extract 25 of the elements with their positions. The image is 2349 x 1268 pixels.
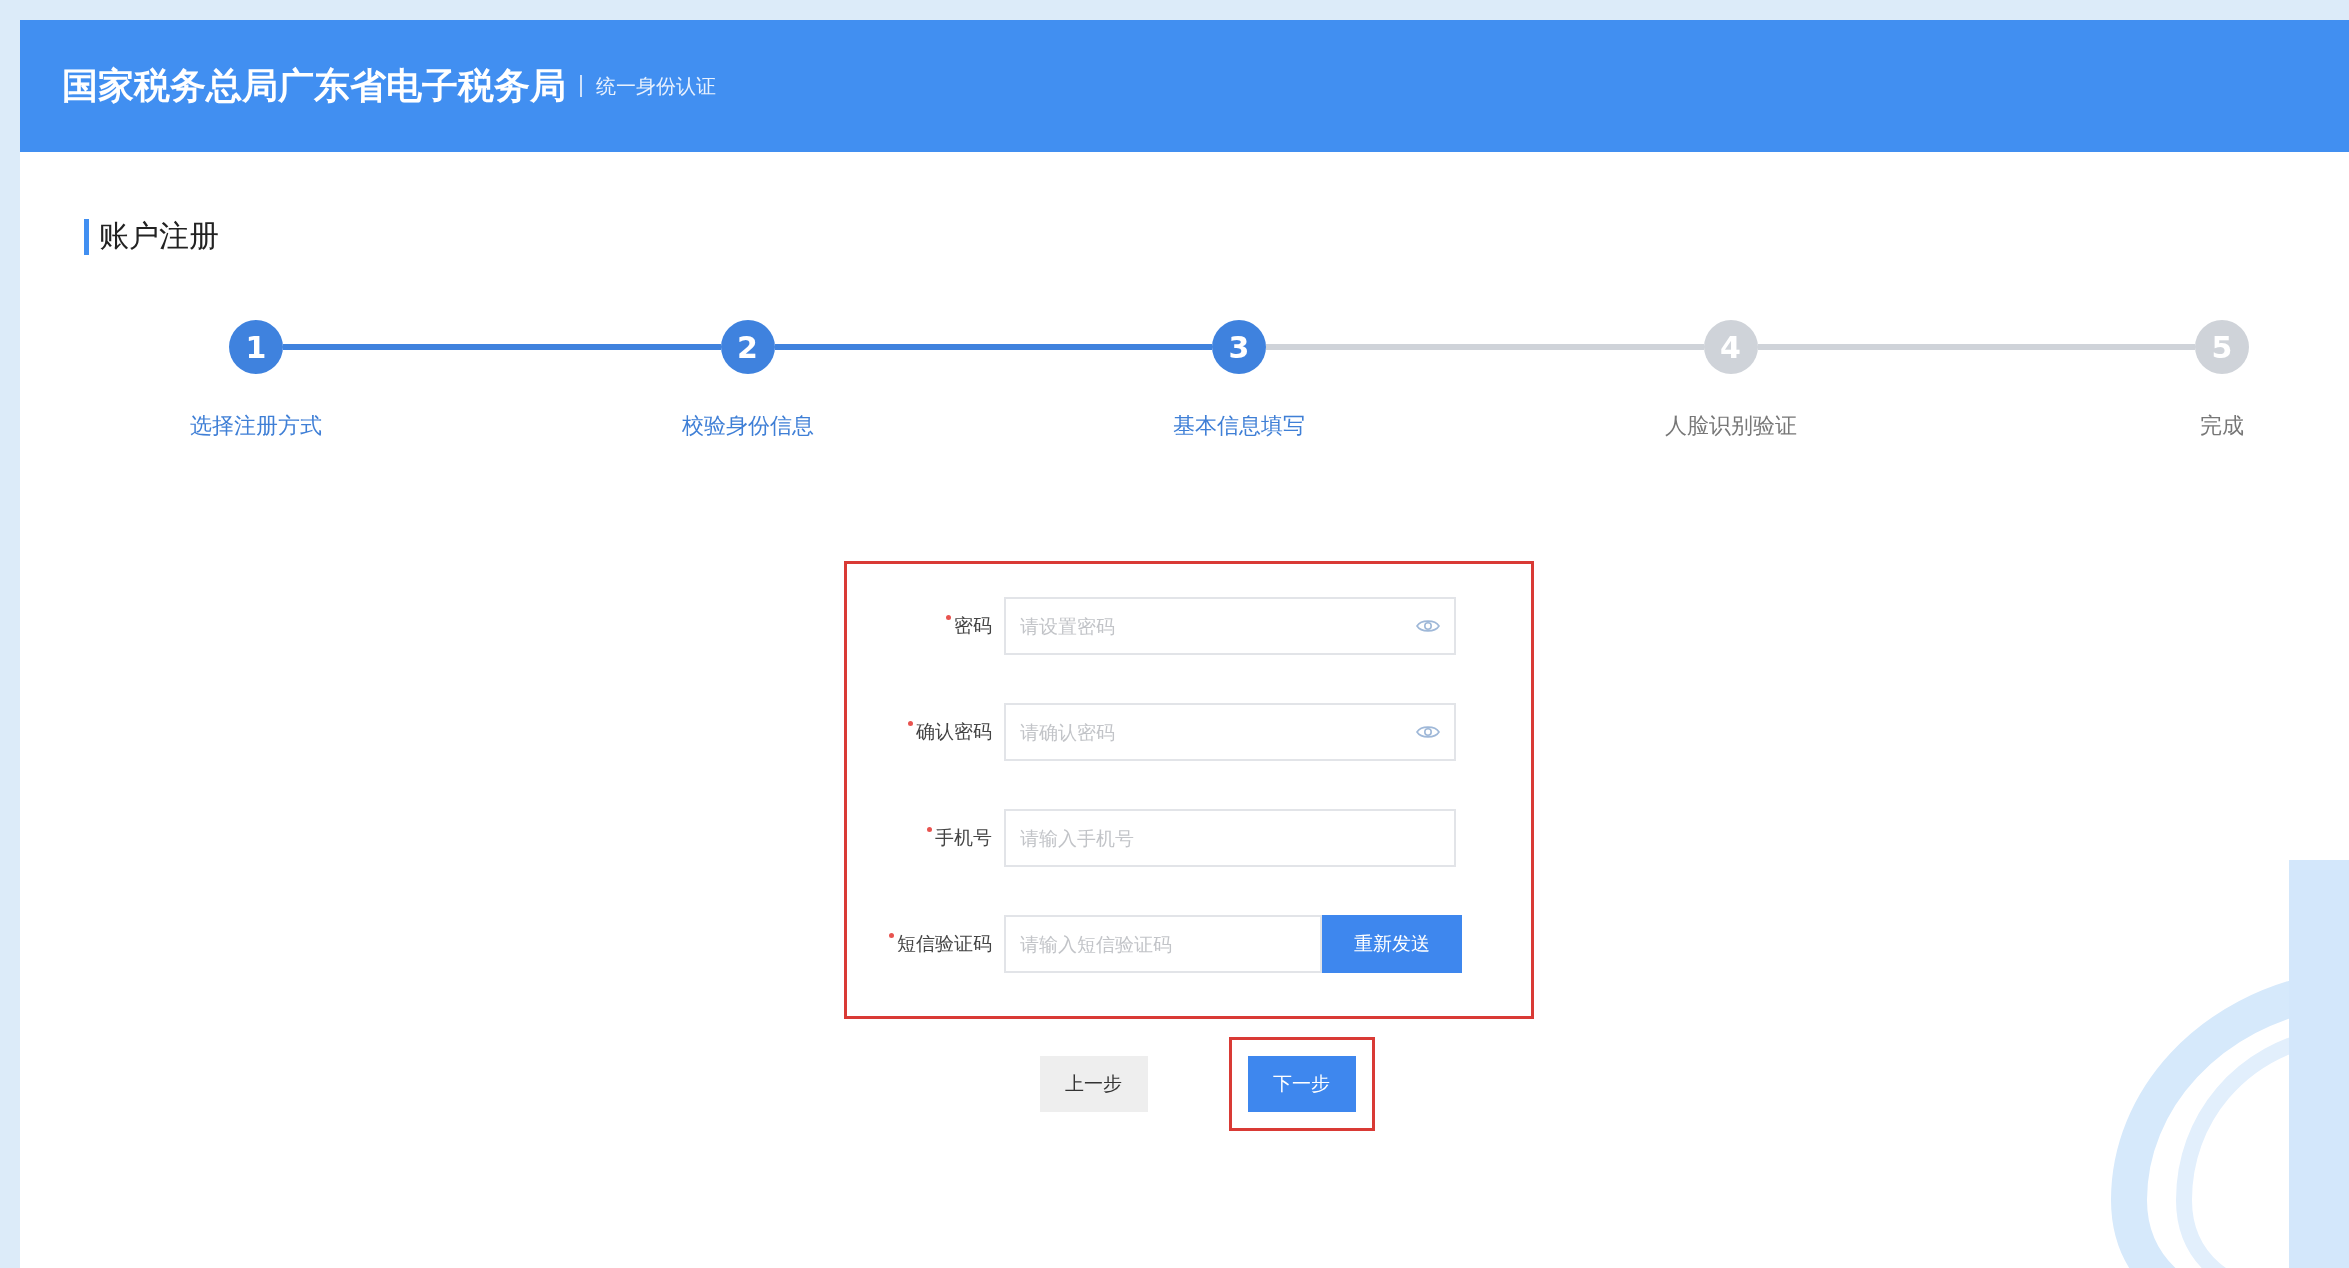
site-title: 国家税务总局广东省电子税务局 — [62, 63, 566, 108]
section-marker — [84, 218, 89, 255]
eye-icon[interactable] — [1415, 724, 1440, 740]
input-field[interactable]: 请输入短信验证码 — [1003, 915, 1322, 973]
field-label: 确认密码 — [915, 719, 992, 744]
next-button[interactable]: 下一步 — [1247, 1056, 1356, 1112]
step-label: 校验身份信息 — [681, 413, 814, 438]
input-field[interactable]: 请输入手机号 — [1003, 809, 1456, 867]
step-number: 1 — [229, 320, 283, 374]
step-number: 3 — [1212, 320, 1266, 374]
field-label: 手机号 — [934, 825, 992, 850]
step-number: 2 — [720, 320, 775, 374]
step-label: 选择注册方式 — [190, 413, 322, 438]
step-label: 基本信息填写 — [1173, 413, 1305, 438]
input-field[interactable]: 请确认密码 — [1003, 703, 1456, 761]
field-label: 密码 — [953, 613, 992, 638]
field-label: 短信验证码 — [896, 931, 992, 956]
eye-icon[interactable] — [1415, 618, 1440, 634]
step-label: 人脸识别验证 — [1664, 413, 1797, 438]
site-subtitle: 统一身份认证 — [596, 72, 716, 100]
section-title: 账户注册 — [99, 217, 219, 255]
back-button[interactable]: 上一步 — [1039, 1056, 1148, 1112]
resend-button[interactable]: 重新发送 — [1321, 915, 1462, 973]
step-label: 完成 — [2200, 413, 2244, 438]
input-field[interactable]: 请设置密码 — [1003, 597, 1456, 655]
